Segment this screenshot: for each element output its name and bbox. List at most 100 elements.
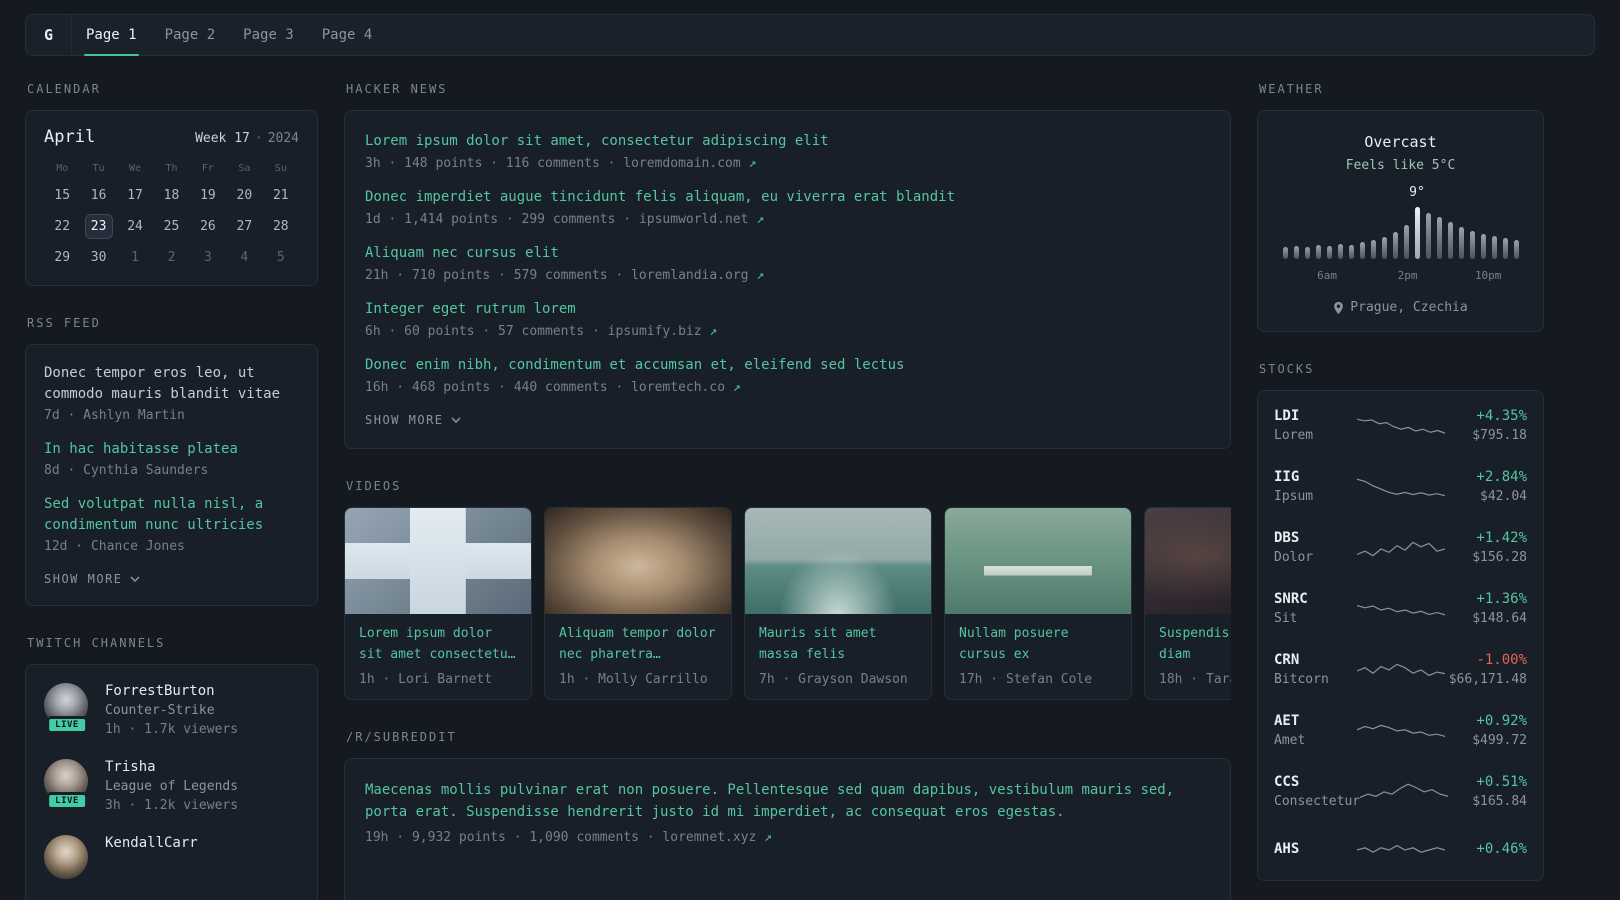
stock-ticker[interactable]: CRN <box>1274 652 1357 668</box>
stock-row[interactable]: AET Amet +0.92% $499.72 <box>1274 700 1527 761</box>
stock-row[interactable]: CCS Consectetur +0.51% $165.84 <box>1274 761 1527 822</box>
hackernews-item-title[interactable]: Integer eget rutrum lorem <box>365 299 1210 320</box>
avatar-wrap: LIVE <box>44 683 90 734</box>
calendar-date[interactable]: 20 <box>226 180 262 211</box>
weather-hour-bar <box>1381 237 1387 259</box>
weather-hour-bar <box>1513 240 1519 259</box>
external-link-icon: ↗ <box>701 324 718 339</box>
subreddit-item-title[interactable]: Maecenas mollis pulvinar erat non posuer… <box>365 779 1210 824</box>
calendar-date[interactable]: 22 <box>44 211 80 242</box>
video-title[interactable]: Aliquam tempor dolor nec pharetra… <box>559 624 717 666</box>
hackernews-item-title[interactable]: Donec imperdiet augue tincidunt felis al… <box>365 187 1210 208</box>
calendar-date[interactable]: 19 <box>190 180 226 211</box>
subreddit-item-domain[interactable]: loremnet.xyz <box>662 830 756 845</box>
video-card[interactable]: Nullam posuere cursus ex 17h · Stefan Col… <box>944 507 1132 700</box>
video-title[interactable]: Mauris sit amet massa felis <box>759 624 917 666</box>
hackernews-item-domain[interactable]: loremdomain.com <box>623 156 740 171</box>
stock-ticker[interactable]: AET <box>1274 713 1357 729</box>
app-logo[interactable]: G <box>26 15 72 55</box>
stock-ticker[interactable]: IIG <box>1274 469 1357 485</box>
channel-meta: 3h · 1.2k viewers <box>105 798 239 813</box>
stock-row[interactable]: SNRC Sit +1.36% $148.64 <box>1274 578 1527 639</box>
calendar-date[interactable]: 26 <box>190 211 226 242</box>
stock-sparkline <box>1356 473 1445 501</box>
calendar-date[interactable]: 25 <box>153 211 189 242</box>
calendar-date[interactable]: 2 <box>153 242 189 273</box>
hackernews-item-domain[interactable]: ipsumify.biz <box>608 324 702 339</box>
weather-hour-bar <box>1337 244 1343 259</box>
channel-name[interactable]: Trisha <box>105 759 238 775</box>
calendar-date[interactable]: 29 <box>44 242 80 273</box>
columns: CALENDAR April Week 17 · 2024 Mo Tu We Th Fr Sa… <box>25 82 1595 900</box>
weather-feels-like: Feels like 5°C <box>1345 158 1456 173</box>
calendar-date[interactable]: 16 <box>80 180 116 211</box>
rss-item-title[interactable]: In hac habitasse platea <box>44 439 299 460</box>
calendar-date[interactable]: 21 <box>263 180 299 211</box>
calendar-date[interactable]: 28 <box>263 211 299 242</box>
video-card[interactable]: Aliquam tempor dolor nec pharetra… 1h · M… <box>544 507 732 700</box>
twitch-channel[interactable]: LIVE Trisha League of Legends 3h · 1.2k vie… <box>44 759 299 813</box>
video-meta: 7h · Grayson Dawson <box>759 672 908 687</box>
video-title[interactable]: Nullam posuere cursus ex <box>959 624 1117 666</box>
calendar-date[interactable]: 4 <box>226 242 262 273</box>
rss-item-title[interactable]: Donec tempor eros leo, ut commodo mauris… <box>44 363 299 405</box>
video-card[interactable]: Suspendisse diam 18h · Tara <box>1144 507 1231 700</box>
tab-page-4[interactable]: Page 4 <box>308 15 387 55</box>
channel-name[interactable]: KendallCarr <box>105 835 198 851</box>
hackernews-item-domain[interactable]: ipsumworld.net <box>639 212 749 227</box>
stock-price: $165.84 <box>1472 794 1527 809</box>
channel-name[interactable]: ForrestBurton <box>105 683 238 699</box>
stock-row[interactable]: CRN Bitcorn -1.00% $66,171.48 <box>1274 639 1527 700</box>
rss-show-more-button[interactable]: SHOW MORE <box>44 572 140 586</box>
stock-ticker[interactable]: DBS <box>1274 530 1357 546</box>
calendar-date-selected[interactable]: 23 <box>80 211 116 242</box>
stock-row[interactable]: AHS +0.46% <box>1274 822 1527 876</box>
external-link-icon: ↗ <box>725 380 741 395</box>
calendar-date[interactable]: 30 <box>80 242 116 273</box>
video-card[interactable]: Lorem ipsum dolor sit amet consectetu… 1h… <box>344 507 532 700</box>
twitch-channel[interactable]: LIVE ForrestBurton Counter-Strike 1h · 1.7k… <box>44 683 299 737</box>
calendar-date[interactable]: 17 <box>117 180 153 211</box>
calendar-date[interactable]: 18 <box>153 180 189 211</box>
hackernews-item-domain[interactable]: loremlandia.org <box>631 268 748 283</box>
stock-ticker[interactable]: CCS <box>1274 774 1360 790</box>
stocks-list: LDI Lorem +4.35% $795.18 IIG Ipsum +2.84% $42.0… <box>1274 395 1527 876</box>
calendar-date-label: 24 <box>127 219 143 234</box>
stock-left: LDI Lorem <box>1274 408 1357 443</box>
channel-avatar <box>44 835 88 879</box>
stock-ticker[interactable]: LDI <box>1274 408 1357 424</box>
stock-ticker[interactable]: AHS <box>1274 841 1357 857</box>
calendar-date[interactable]: 15 <box>44 180 80 211</box>
video-title[interactable]: Lorem ipsum dolor sit amet consectetu… <box>359 624 517 666</box>
tab-page-3[interactable]: Page 3 <box>229 15 308 55</box>
hackernews-item-title[interactable]: Donec enim nibh, condimentum et accumsan… <box>365 355 1210 376</box>
calendar-date[interactable]: 27 <box>226 211 262 242</box>
stock-row[interactable]: IIG Ipsum +2.84% $42.04 <box>1274 456 1527 517</box>
calendar-date[interactable]: 24 <box>117 211 153 242</box>
hackernews-item-domain[interactable]: loremtech.co <box>631 380 725 395</box>
rss-item-title[interactable]: Sed volutpat nulla nisl, a condimentum n… <box>44 494 299 536</box>
tab-page-2[interactable]: Page 2 <box>151 15 230 55</box>
calendar-date[interactable]: 3 <box>190 242 226 273</box>
hackernews-item-title[interactable]: Lorem ipsum dolor sit amet, consectetur … <box>365 131 1210 152</box>
hackernews-show-more-button[interactable]: SHOW MORE <box>365 413 461 427</box>
calendar-date-label: 21 <box>272 188 289 203</box>
calendar-date[interactable]: 5 <box>263 242 299 273</box>
hackernews-item-title[interactable]: Aliquam nec cursus elit <box>365 243 1210 264</box>
stock-row[interactable]: DBS Dolor +1.42% $156.28 <box>1274 517 1527 578</box>
calendar-date-label: 1 <box>131 250 139 265</box>
dashboard-page: G Page 1 Page 2 Page 3 Page 4 CALENDAR Apri… <box>0 0 1620 900</box>
videos-row: Lorem ipsum dolor sit amet consectetu… 1h… <box>344 507 1231 700</box>
stock-change: +0.46% <box>1476 841 1527 857</box>
tab-page-1[interactable]: Page 1 <box>72 15 151 56</box>
stock-row[interactable]: LDI Lorem +4.35% $795.18 <box>1274 395 1527 456</box>
calendar-day-header: Th <box>165 163 178 174</box>
stock-ticker[interactable]: SNRC <box>1274 591 1357 607</box>
rss-section-title: RSS FEED <box>27 316 101 330</box>
calendar-date[interactable]: 1 <box>117 242 153 273</box>
weather-time-label: 6am <box>1317 269 1337 282</box>
video-card[interactable]: Mauris sit amet massa felis 7h · Grayson … <box>744 507 932 700</box>
video-title[interactable]: Suspendisse diam <box>1159 624 1231 666</box>
twitch-channel[interactable]: KendallCarr <box>44 835 299 879</box>
weather-hour-bar <box>1326 246 1332 259</box>
